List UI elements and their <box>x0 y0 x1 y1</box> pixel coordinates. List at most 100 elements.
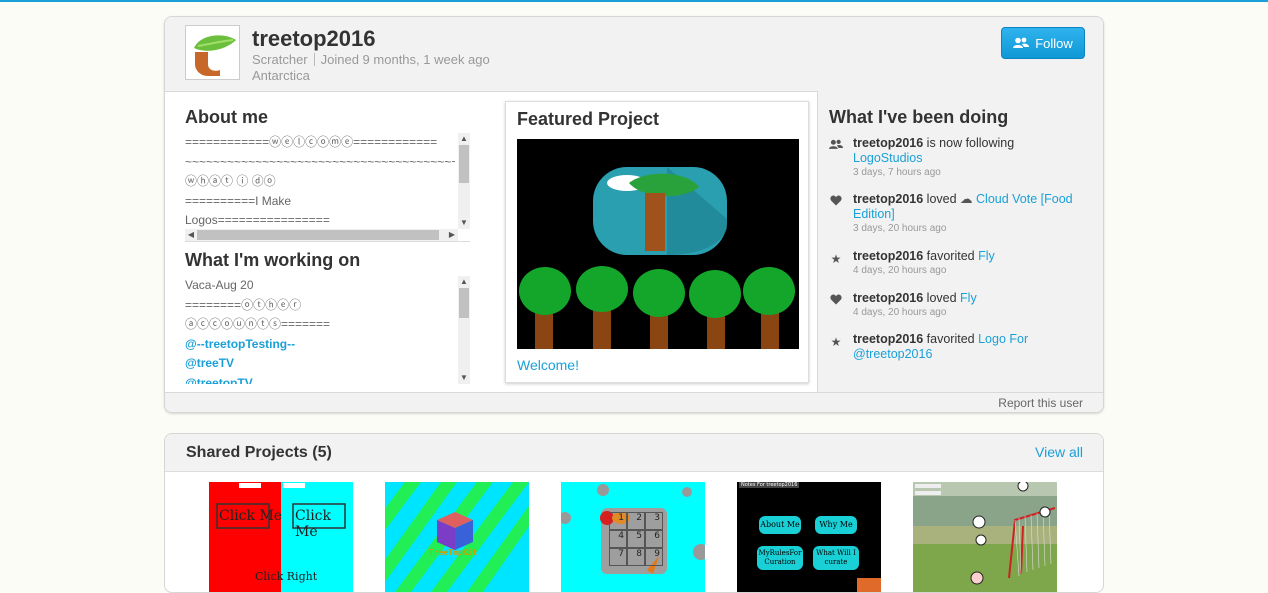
report-user-link[interactable]: Report this user <box>998 396 1083 410</box>
heart-icon <box>829 195 843 209</box>
working-on-textbox[interactable]: Vaca-Aug 20 ========ⓞⓣⓗⓔⓡ ⓐⓒⓒⓞⓤⓝⓣⓢ======… <box>185 276 470 384</box>
about-line: ⓦⓗⓐⓣ ⓘ ⓓⓞ <box>185 174 276 188</box>
project-thumbnail[interactable]: Click Me Click Me Click Right <box>209 482 353 592</box>
activity-user[interactable]: treetop2016 <box>853 332 923 346</box>
thumbnail-label: What Will I curate <box>813 546 859 570</box>
scroll-up-arrow-icon[interactable]: ▲ <box>458 276 470 288</box>
activity-item: treetop2016 is now following LogoStudios … <box>829 136 1094 180</box>
thumbnail-label: Click Me <box>219 508 283 524</box>
keypad-cell: 4 <box>609 530 627 548</box>
featured-title: Featured Project <box>517 109 660 129</box>
activity-target-link[interactable]: Fly <box>978 249 995 263</box>
profile-box: treetop2016 Scratcher Joined 9 months, 1 … <box>164 16 1104 413</box>
thumbnail-art <box>913 482 1057 592</box>
activity-panel: What I've been doing treetop2016 is now … <box>817 91 1103 392</box>
about-line: ==========I Make <box>185 193 292 208</box>
project-thumbnail[interactable] <box>913 482 1057 592</box>
activity-target-link[interactable]: LogoStudios <box>853 151 923 165</box>
featured-project-panel: Featured Project Welcome! <box>505 101 809 383</box>
follow-button[interactable]: Follow <box>1001 27 1085 59</box>
thumbnail-corner <box>857 578 881 592</box>
profile-bio-column: About me ============ⓦⓔⓛⓒⓞⓜⓔ============… <box>185 107 475 384</box>
scrollbar-thumb[interactable] <box>197 230 439 240</box>
about-line: Logos================ <box>185 213 330 227</box>
activity-item: treetop2016 loved Fly 4 days, 20 hours a… <box>829 291 1094 320</box>
scroll-down-arrow-icon[interactable]: ▼ <box>458 217 470 229</box>
about-vertical-scrollbar[interactable]: ▲ ▼ <box>458 133 470 229</box>
heart-icon <box>829 294 843 308</box>
shared-projects-header: Shared Projects (5) View all <box>165 434 1103 472</box>
working-vertical-scrollbar[interactable]: ▲ ▼ <box>458 276 470 384</box>
treetop-logo-icon <box>194 35 236 76</box>
activity-action: loved <box>926 192 957 206</box>
activity-time: 3 days, 7 hours ago <box>853 167 941 178</box>
scroll-left-arrow-icon[interactable]: ◀ <box>185 229 197 241</box>
thumbnail-label: Click Right <box>255 570 318 583</box>
working-line: Vaca-Aug 20 <box>185 278 254 292</box>
activity-user[interactable]: treetop2016 <box>853 192 923 206</box>
profile-footer: Report this user <box>165 392 1103 412</box>
star-icon: ★ <box>830 252 842 266</box>
star-icon: ★ <box>830 335 842 349</box>
shared-projects-title: Shared Projects (5) <box>186 444 332 461</box>
about-textbox[interactable]: ============ⓦⓔⓛⓒⓞⓜⓔ============ ~~~~~~~~… <box>185 133 470 242</box>
activity-user[interactable]: treetop2016 <box>853 249 923 263</box>
activity-item: ★ treetop2016 favorited Logo For @treeto… <box>829 332 1094 362</box>
profile-header: treetop2016 Scratcher Joined 9 months, 1 … <box>165 17 1103 92</box>
keypad-cell: 3 <box>645 512 663 530</box>
activity-target-link[interactable]: Fly <box>960 291 977 305</box>
scrollbar-thumb[interactable] <box>459 145 469 183</box>
keypad-cell: 9 <box>645 548 663 566</box>
working-on-title: What I'm working on <box>185 250 361 270</box>
about-line: ============ⓦⓔⓛⓒⓞⓜⓔ============ <box>185 135 438 149</box>
scroll-right-arrow-icon[interactable]: ▶ <box>446 229 458 241</box>
featured-project-link[interactable]: Welcome! <box>517 357 579 373</box>
activity-user[interactable]: treetop2016 <box>853 291 923 305</box>
meta-divider <box>313 53 315 66</box>
thumbnail-label: MyRulesFor Curation <box>757 546 803 570</box>
project-thumbnail[interactable]: TreeTopKit <box>385 482 529 592</box>
activity-user[interactable]: treetop2016 <box>853 136 923 150</box>
about-line: ~~~~~~~~~~~~~~~~~~~~~~~~~~~~~~~~~~~~~~~~… <box>185 154 455 169</box>
keypad-cell: 8 <box>627 548 645 566</box>
thumbnail-label: About Me <box>759 516 801 534</box>
account-link[interactable]: @treetopTV <box>185 374 455 385</box>
account-link[interactable]: @--treetopTesting-- <box>185 335 455 355</box>
avatar[interactable] <box>185 25 240 80</box>
featured-project-thumbnail[interactable] <box>517 139 799 349</box>
view-all-link[interactable]: View all <box>1035 444 1083 460</box>
activity-action: favorited <box>926 249 975 263</box>
users-icon <box>829 139 843 153</box>
activity-title: What I've been doing <box>829 107 1009 127</box>
project-thumbnail[interactable]: Notes For treetop2016 About Me Why Me My… <box>737 482 881 592</box>
working-line: ========ⓞⓣⓗⓔⓡ <box>185 297 302 312</box>
keypad-cell: 5 <box>627 530 645 548</box>
activity-action: loved <box>926 291 957 305</box>
activity-action: favorited <box>926 332 975 346</box>
scroll-down-arrow-icon[interactable]: ▼ <box>458 372 470 384</box>
activity-action: is now following <box>926 136 1015 150</box>
activity-time: 3 days, 20 hours ago <box>853 223 947 234</box>
about-horizontal-scrollbar[interactable]: ◀ ▶ <box>185 229 458 241</box>
project-thumbnail[interactable]: 1 2 3 4 5 6 7 8 9 <box>561 482 705 592</box>
users-icon <box>1013 37 1030 48</box>
activity-time: 4 days, 20 hours ago <box>853 265 947 276</box>
keypad-cell: 7 <box>609 548 627 566</box>
scroll-up-arrow-icon[interactable]: ▲ <box>458 133 470 145</box>
thumbnail-label: Click Me <box>295 508 331 540</box>
user-location: Antarctica <box>252 68 310 83</box>
activity-item: ★ treetop2016 favorited Fly 4 days, 20 h… <box>829 249 1094 278</box>
thumbnail-label: TreeTopKit <box>429 548 478 557</box>
profile-meta: Scratcher Joined 9 months, 1 week ago Ant… <box>252 52 490 84</box>
keypad-cell: 1 <box>609 512 627 530</box>
working-line: ⓐⓒⓒⓞⓤⓝⓣⓢ======= <box>185 317 331 331</box>
activity-item: treetop2016 loved ☁ Cloud Vote [Food Edi… <box>829 192 1094 236</box>
scrollbar-thumb[interactable] <box>459 288 469 318</box>
cloud-icon: ☁ <box>960 192 973 206</box>
joined-date: Joined 9 months, 1 week ago <box>320 52 490 67</box>
account-link[interactable]: @treeTV <box>185 354 455 374</box>
featured-thumbnail-art <box>517 139 799 349</box>
keypad-cell: 2 <box>627 512 645 530</box>
top-accent-line <box>0 0 1268 2</box>
follow-label: Follow <box>1035 35 1073 51</box>
